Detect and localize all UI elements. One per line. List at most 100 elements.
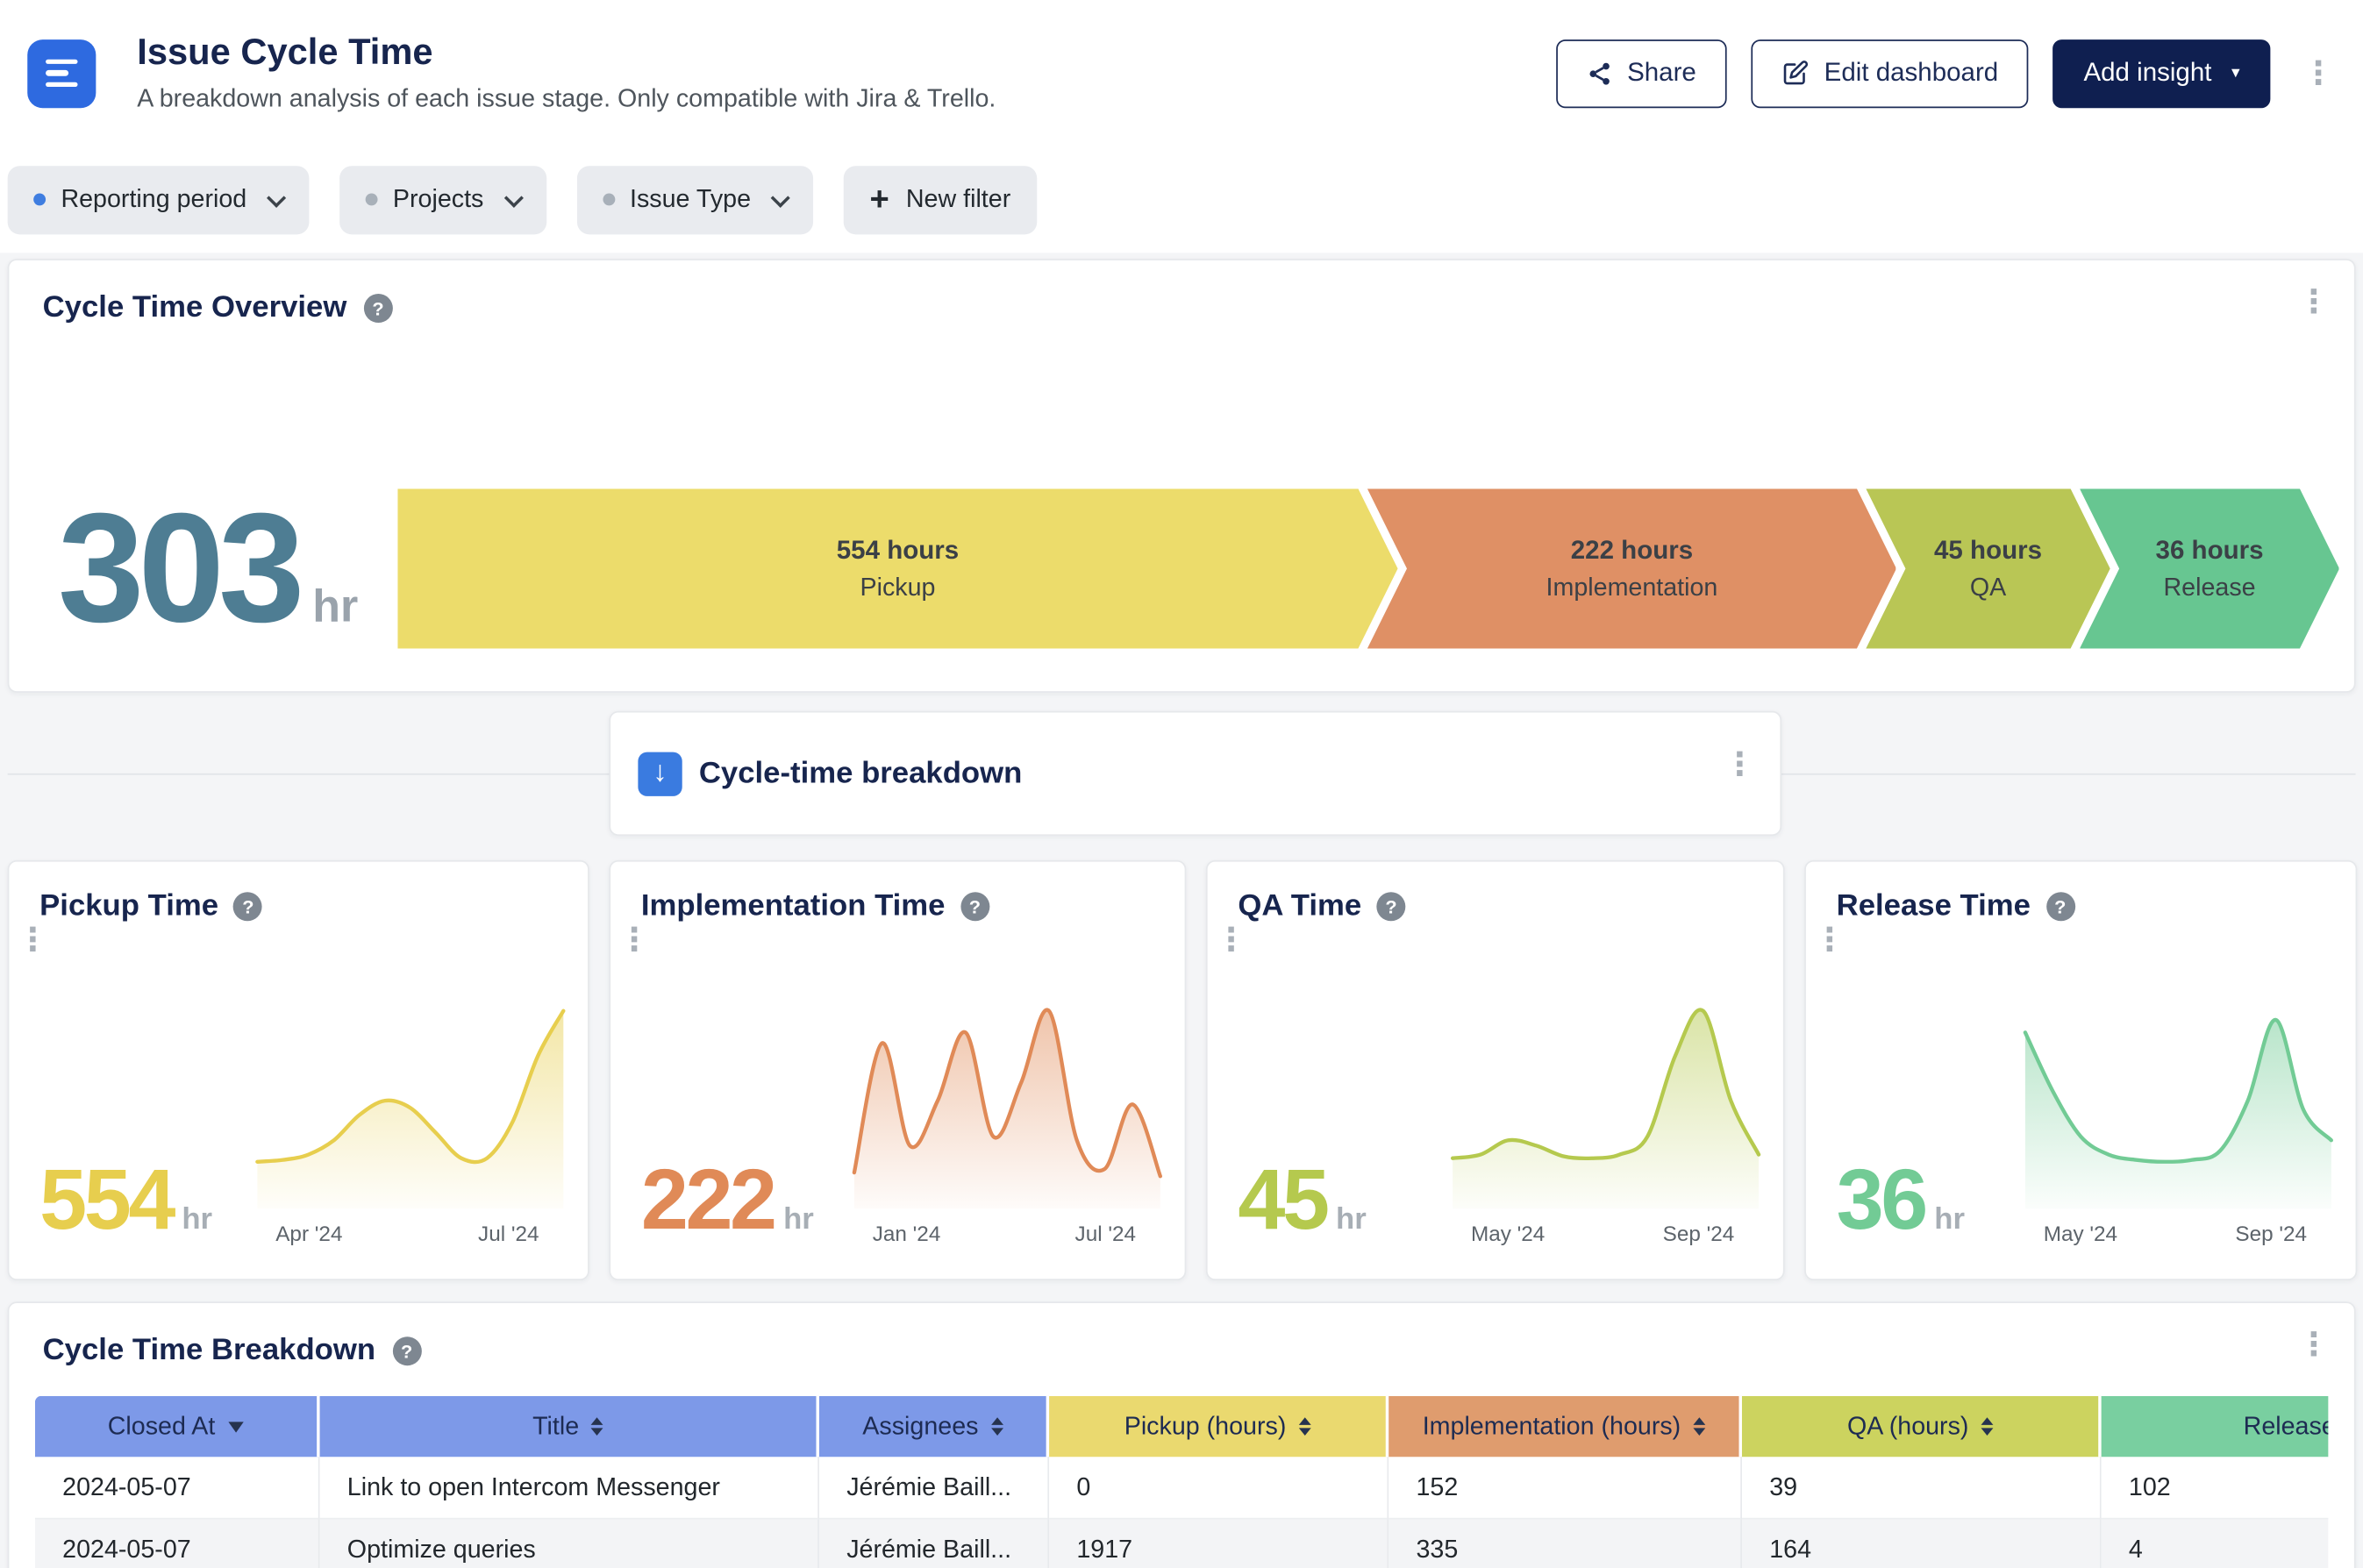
filter-dot [33,193,46,205]
metric-card-pickup-time: Pickup Time?⋮554hrApr '24Jul '24 [8,860,589,1280]
funnel-stage-release[interactable]: 36 hours Release [2080,488,2339,648]
table-cell: Optimize queries [320,1520,819,1568]
column-label: Release (hours) [2244,1412,2329,1439]
cycle-time-breakdown-table-card: Cycle Time Breakdown ? ⋮ Closed At Title A… [8,1301,2356,1568]
stage-label: Pickup [860,574,935,602]
add-insight-button[interactable]: Add insight ▾ [2053,39,2271,107]
sparkline-chart [2022,999,2334,1209]
column-header-implementation-hours[interactable]: Implementation (hours) [1389,1396,1742,1457]
table-scroll-area[interactable]: Closed At Title Assignees Pickup (hours) Imp… [35,1396,2328,1568]
column-header-qa-hours[interactable]: QA (hours) [1742,1396,2102,1457]
card-kebab-menu[interactable]: ⋮ [2290,1326,2338,1364]
column-header-closed-at[interactable]: Closed At [35,1396,320,1457]
table-cell: 152 [1389,1457,1742,1519]
card-header: Cycle Time Breakdown ? [9,1303,2353,1369]
help-icon[interactable]: ? [233,892,262,921]
x-axis-ticks: Apr '24Jul '24 [254,1221,567,1245]
table-cell: 4 [2102,1520,2329,1568]
sort-icon [1298,1417,1310,1436]
card-kebab-menu[interactable]: ⋮ [1806,920,1853,961]
down-arrow-icon: ↓ [638,752,682,795]
help-icon[interactable]: ? [1377,892,1406,921]
edit-dashboard-button-label: Edit dashboard [1824,58,1999,89]
metric-value-number: 222 [641,1157,775,1242]
x-tick: Sep '24 [2235,1221,2307,1245]
card-kebab-menu[interactable]: ⋮ [610,920,658,961]
help-icon[interactable]: ? [392,1336,421,1365]
menu-button[interactable] [27,39,96,107]
x-axis-ticks: May '24 Sep '24 [2022,1221,2334,1245]
metric-value: 45 hr [1238,1157,1366,1242]
stage-label: Release [2163,574,2255,602]
filter-bar: Reporting period Projects Issue Type + New… [0,146,2363,253]
chevron-down-icon [267,188,286,207]
funnel-stage-implementation[interactable]: 222 hoursImplementation [1367,488,1896,648]
metric-card-implementation-time: Implementation Time?⋮222hrJan '24Jul '24 [609,860,1186,1280]
banner-title: Cycle-time breakdown [699,756,1023,791]
filter-chip-label: Reporting period [61,185,246,214]
table-row[interactable]: 2024-05-07Link to open Intercom Messenge… [35,1457,2328,1519]
header-titles: Issue Cycle Time A breakdown analysis of… [137,32,1555,115]
help-icon[interactable]: ? [2045,892,2074,921]
new-filter-button[interactable]: + New filter [844,165,1037,233]
share-button-label: Share [1627,58,1696,89]
column-header-assignees[interactable]: Assignees [819,1396,1049,1457]
sparkline-chart [254,999,567,1209]
funnel-stage-pickup[interactable]: 554 hours Pickup [397,488,1397,648]
header-kebab-menu[interactable]: ⋮ [2295,54,2342,92]
funnel-stage-qa[interactable]: 45 hoursQA [1866,488,2110,648]
card-header: QA Time? [1208,862,1783,924]
metric-unit: hr [1934,1204,1965,1235]
stage-hours: 554 hours [837,535,959,566]
column-header-title[interactable]: Title [320,1396,819,1457]
table-cell: 39 [1742,1457,2102,1519]
column-header-pickup-hours[interactable]: Pickup (hours) [1049,1396,1389,1457]
share-button[interactable]: Share [1555,39,1726,107]
metric-unit: hr [1336,1204,1367,1235]
stage-hours: 36 hours [2156,535,2264,566]
column-label: Closed At [108,1412,216,1439]
column-header-release-hours[interactable]: Release (hours) [2102,1396,2329,1457]
x-tick: Jul '24 [478,1221,539,1245]
edit-dashboard-button[interactable]: Edit dashboard [1751,39,2029,107]
table-cell: 0 [1049,1457,1389,1519]
metric-cards-row: Pickup Time?⋮554hrApr '24Jul '24Implemen… [8,860,2356,1280]
chevron-down-icon: ▾ [2231,65,2240,82]
banner-kebab-menu[interactable]: ⋮ [1716,746,1763,784]
chevron-down-icon [503,188,523,207]
filter-chip-reporting-period[interactable]: Reporting period [8,165,310,233]
hamburger-icon [46,59,77,87]
sparkline-chart [851,999,1163,1209]
stage-label: Implementation [1546,574,1718,602]
metric-value-number: 554 [39,1157,173,1242]
stage-label: QA [1970,574,2006,602]
filter-dot [366,193,378,205]
card-kebab-menu[interactable]: ⋮ [9,920,56,961]
x-tick: Jul '24 [1075,1221,1136,1245]
x-tick: May '24 [1471,1221,1545,1245]
x-axis-ticks: Jan '24Jul '24 [851,1221,1163,1245]
cycle-time-breakdown-banner: ↓ Cycle-time breakdown ⋮ [609,711,1781,836]
filter-chip-issue-type[interactable]: Issue Type [576,165,813,233]
help-icon[interactable]: ? [363,294,392,323]
top-bar: Issue Cycle Time A breakdown analysis of… [0,0,2363,146]
metric-value-number: 45 [1238,1157,1326,1242]
x-tick: May '24 [2044,1221,2117,1245]
total-cycle-time-unit: hr [312,586,358,629]
cycle-funnel-chart: 554 hours Pickup 222 hoursImplementation45… [397,488,2336,648]
card-kebab-menu[interactable]: ⋮ [2290,283,2338,321]
page-title: Issue Cycle Time [137,32,1555,75]
column-label: Title [532,1412,579,1439]
page: Issue Cycle Time A breakdown analysis of… [0,0,2363,1568]
table-body: 2024-05-07Link to open Intercom Messenge… [35,1457,2328,1568]
total-cycle-time-value: 303 [58,495,299,642]
table-row[interactable]: 2024-05-07Optimize queriesJérémie Baill.… [35,1520,2328,1568]
total-cycle-time: 303 hr [58,495,358,642]
sort-icon [990,1417,1003,1436]
filter-chip-projects[interactable]: Projects [339,165,546,233]
table-cell: Jérémie Baill... [819,1520,1049,1568]
help-icon[interactable]: ? [960,892,989,921]
column-label: Implementation (hours) [1423,1412,1681,1439]
column-label: Assignees [862,1412,978,1439]
card-kebab-menu[interactable]: ⋮ [1208,920,1255,961]
